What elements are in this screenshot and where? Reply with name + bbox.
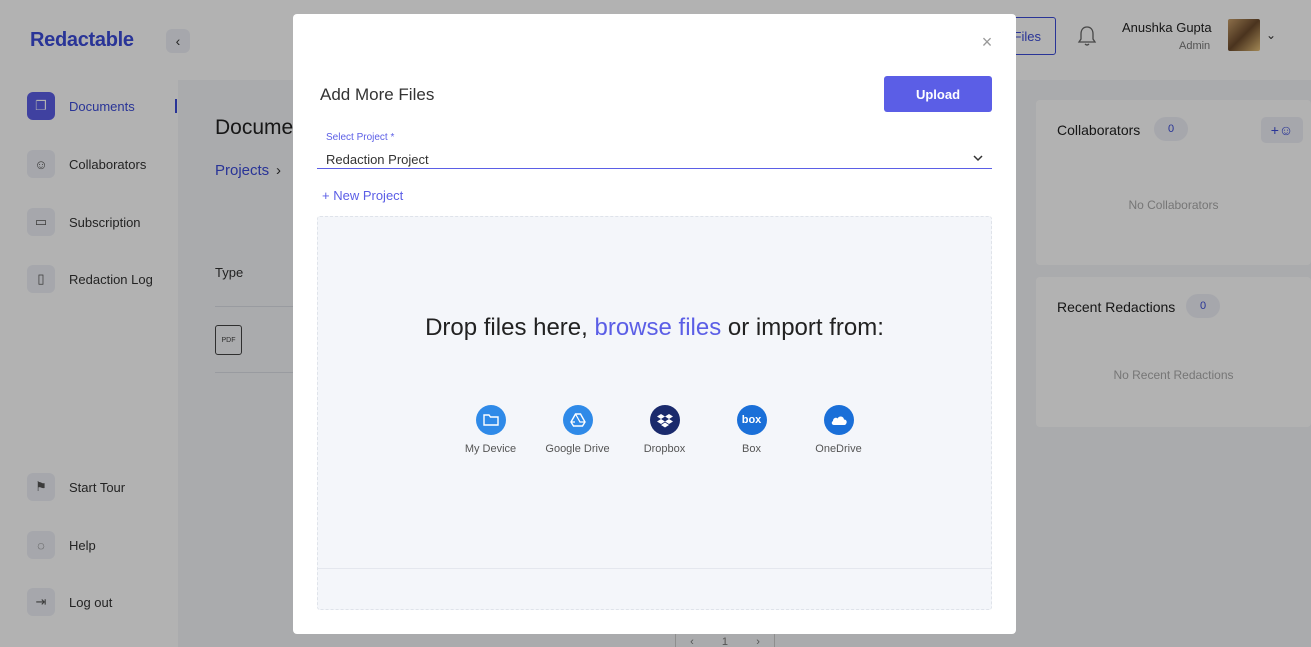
select-project-label: Select Project * bbox=[326, 132, 395, 143]
source-label: Google Drive bbox=[545, 443, 610, 455]
onedrive-icon bbox=[823, 405, 854, 435]
upload-button[interactable]: Upload bbox=[884, 76, 992, 112]
drop-text-suffix: or import from: bbox=[721, 314, 884, 341]
drop-instructions: Drop files here, browse files or import … bbox=[318, 311, 991, 345]
dropzone-footer-divider bbox=[318, 568, 991, 569]
source-google-drive[interactable]: Google Drive bbox=[534, 405, 621, 455]
source-label: Box bbox=[742, 443, 761, 455]
source-dropbox[interactable]: Dropbox bbox=[621, 405, 708, 455]
source-label: My Device bbox=[464, 443, 517, 455]
file-dropzone[interactable]: Drop files here, browse files or import … bbox=[317, 216, 992, 610]
import-sources: My Device Google Drive Dropbox box Box O… bbox=[447, 405, 882, 455]
source-label: OneDrive bbox=[815, 443, 862, 455]
source-my-device[interactable]: My Device bbox=[447, 405, 534, 455]
select-value: Redaction Project bbox=[326, 152, 429, 167]
box-icon: box bbox=[736, 405, 767, 435]
close-icon[interactable]: × bbox=[977, 32, 997, 52]
add-files-modal: × Add More Files Upload Select Project *… bbox=[293, 14, 1016, 634]
source-onedrive[interactable]: OneDrive bbox=[795, 405, 882, 455]
source-label: Dropbox bbox=[643, 443, 686, 455]
chevron-down-icon bbox=[973, 155, 983, 162]
new-project-link[interactable]: + New Project bbox=[322, 188, 403, 203]
google-drive-icon bbox=[562, 405, 593, 435]
project-select[interactable]: Redaction Project bbox=[317, 148, 992, 169]
source-box[interactable]: box Box bbox=[708, 405, 795, 455]
browse-files-link[interactable]: browse files bbox=[594, 314, 721, 341]
drop-text-prefix: Drop files here, bbox=[425, 314, 595, 341]
folder-icon bbox=[475, 405, 506, 435]
modal-title: Add More Files bbox=[320, 85, 435, 104]
dropbox-icon bbox=[649, 405, 680, 435]
